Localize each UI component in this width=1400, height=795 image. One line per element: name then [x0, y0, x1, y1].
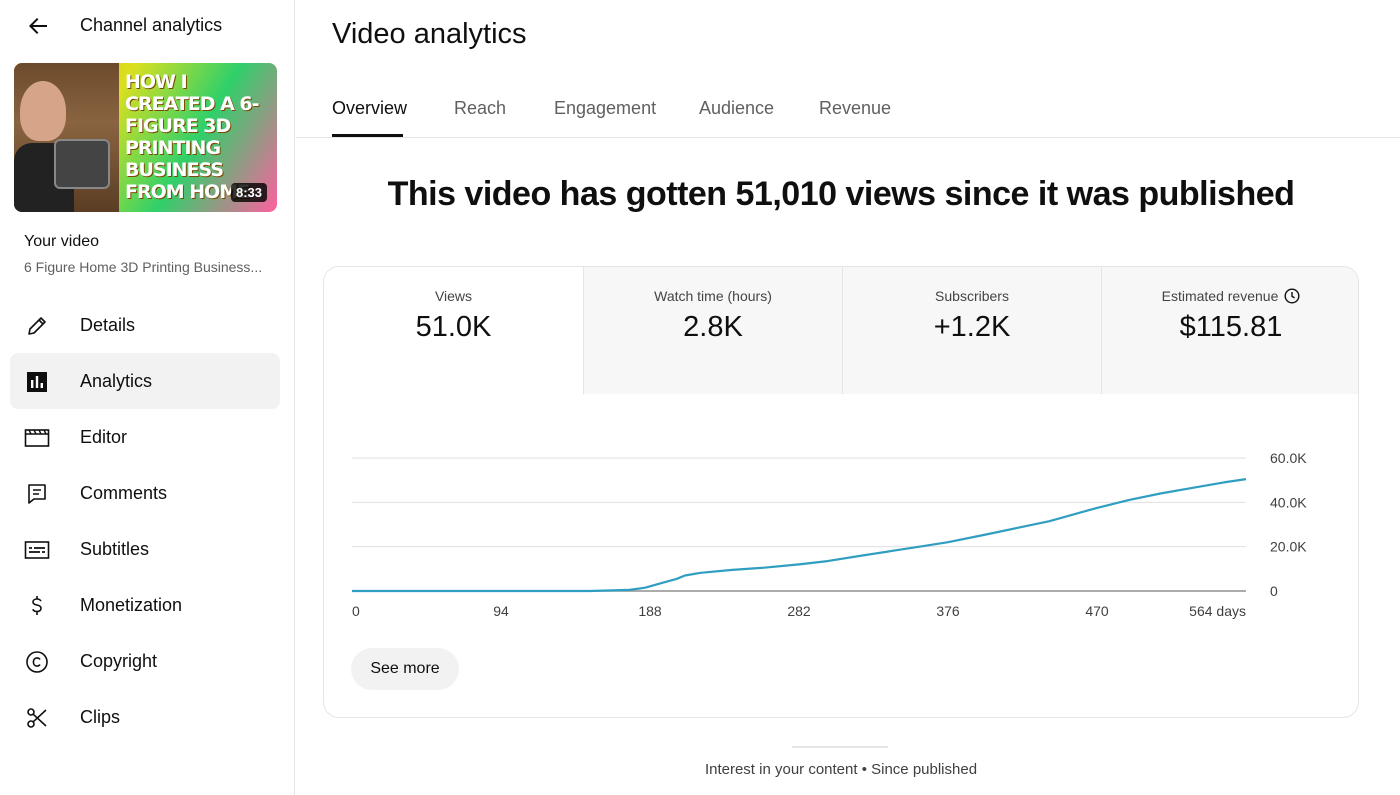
tab-engagement[interactable]: Engagement	[554, 98, 656, 119]
metric-label: Watch time (hours)	[654, 288, 772, 304]
sidebar-item-label: Monetization	[80, 594, 183, 615]
metric-subscribers[interactable]: Subscribers +1.2K	[842, 267, 1101, 394]
your-video-label: Your video	[24, 233, 100, 250]
dollar-icon	[24, 593, 50, 619]
interest-caption: Interest in your content • Since publish…	[704, 761, 978, 778]
tab-audience[interactable]: Audience	[699, 98, 774, 119]
clock-icon[interactable]	[1284, 288, 1300, 307]
tab-overview[interactable]: Overview	[332, 98, 407, 119]
views-headline: This video has gotten 51,010 views since…	[387, 175, 1295, 213]
views-line-chart: 0 20.0K 40.0K 60.0K 0 94 188 282 376 470 564 days	[352, 450, 1307, 619]
metric-value: 2.8K	[683, 311, 743, 343]
back-arrow-icon[interactable]	[22, 10, 54, 42]
sidebar-nav: Details Analytics Editor Comments Subtit…	[10, 297, 280, 745]
metric-label: Views	[434, 288, 473, 304]
x-tick-label: 282	[787, 603, 811, 619]
sidebar-item-subtitles[interactable]: Subtitles	[10, 521, 280, 577]
sidebar-item-clips[interactable]: Clips	[10, 689, 280, 745]
metric-estimated-revenue[interactable]: Estimated revenue $115.81	[1101, 267, 1358, 394]
tab-reach[interactable]: Reach	[454, 98, 506, 119]
section-divider	[792, 746, 888, 748]
y-tick-label: 60.0K	[1270, 450, 1307, 466]
analytics-icon	[24, 369, 50, 395]
metric-label: Subscribers	[935, 288, 1009, 304]
scissors-icon	[24, 705, 50, 731]
see-more-button[interactable]: See more	[351, 648, 459, 690]
video-duration-badge: 8:33	[230, 183, 267, 202]
sidebar: Channel analytics How I created a 6-figu…	[0, 0, 295, 795]
sidebar-item-comments[interactable]: Comments	[10, 465, 280, 521]
video-title[interactable]: 6 Figure Home 3D Printing Business...	[24, 259, 269, 275]
sidebar-item-details[interactable]: Details	[10, 297, 280, 353]
metric-value: +1.2K	[933, 311, 1011, 343]
sidebar-item-label: Clips	[80, 706, 121, 727]
comment-icon	[24, 481, 50, 507]
subtitles-icon	[24, 537, 50, 563]
tab-revenue[interactable]: Revenue	[819, 98, 891, 119]
sidebar-item-label: Copyright	[80, 650, 158, 671]
thumbnail-photo	[14, 63, 119, 212]
y-tick-label: 40.0K	[1270, 494, 1307, 510]
clapperboard-icon	[24, 425, 50, 451]
sidebar-item-copyright[interactable]: Copyright	[10, 633, 280, 689]
metric-value: $115.81	[1179, 311, 1283, 343]
metric-value: 51.0K	[415, 311, 492, 343]
metric-watch-time[interactable]: Watch time (hours) 2.8K	[583, 267, 842, 394]
sidebar-item-label: Comments	[80, 482, 168, 503]
sidebar-item-label: Editor	[80, 426, 128, 447]
video-thumbnail[interactable]: How I created a 6-figure 3D printing bus…	[14, 63, 277, 212]
metric-label: Estimated revenue	[1102, 288, 1358, 307]
sidebar-item-monetization[interactable]: Monetization	[10, 577, 280, 633]
sidebar-item-editor[interactable]: Editor	[10, 409, 280, 465]
views-series-line	[352, 478, 1247, 593]
active-tab-indicator	[332, 134, 403, 137]
x-tick-label: 94	[493, 603, 509, 619]
x-tick-label: 0	[352, 603, 360, 619]
metric-tabs: Views 51.0K Watch time (hours) 2.8K Subs…	[324, 267, 1358, 394]
x-tick-label: 470	[1085, 603, 1109, 619]
pencil-icon	[24, 313, 50, 339]
overview-card: Views 51.0K Watch time (hours) 2.8K Subs…	[323, 266, 1359, 718]
y-tick-label: 20.0K	[1270, 539, 1307, 555]
main-content: Video analytics Overview Reach Engagemen…	[296, 0, 1400, 795]
sidebar-header: Channel analytics	[0, 0, 294, 52]
copyright-icon	[24, 649, 50, 675]
tab-bar: Overview Reach Engagement Audience Reven…	[296, 76, 1400, 138]
sidebar-item-analytics[interactable]: Analytics	[10, 353, 280, 409]
sidebar-item-label: Analytics	[80, 370, 153, 391]
y-tick-label: 0	[1270, 583, 1278, 599]
x-tick-label: 376	[936, 603, 960, 619]
x-tick-label: 564 days	[1189, 603, 1246, 619]
sidebar-item-label: Details	[80, 314, 136, 335]
sidebar-item-label: Subtitles	[80, 538, 150, 559]
sidebar-title: Channel analytics	[80, 15, 223, 35]
metric-views[interactable]: Views 51.0K	[324, 267, 583, 394]
x-tick-label: 188	[638, 603, 662, 619]
page-title: Video analytics	[332, 18, 527, 50]
metric-label-text: Estimated revenue	[1161, 288, 1279, 304]
